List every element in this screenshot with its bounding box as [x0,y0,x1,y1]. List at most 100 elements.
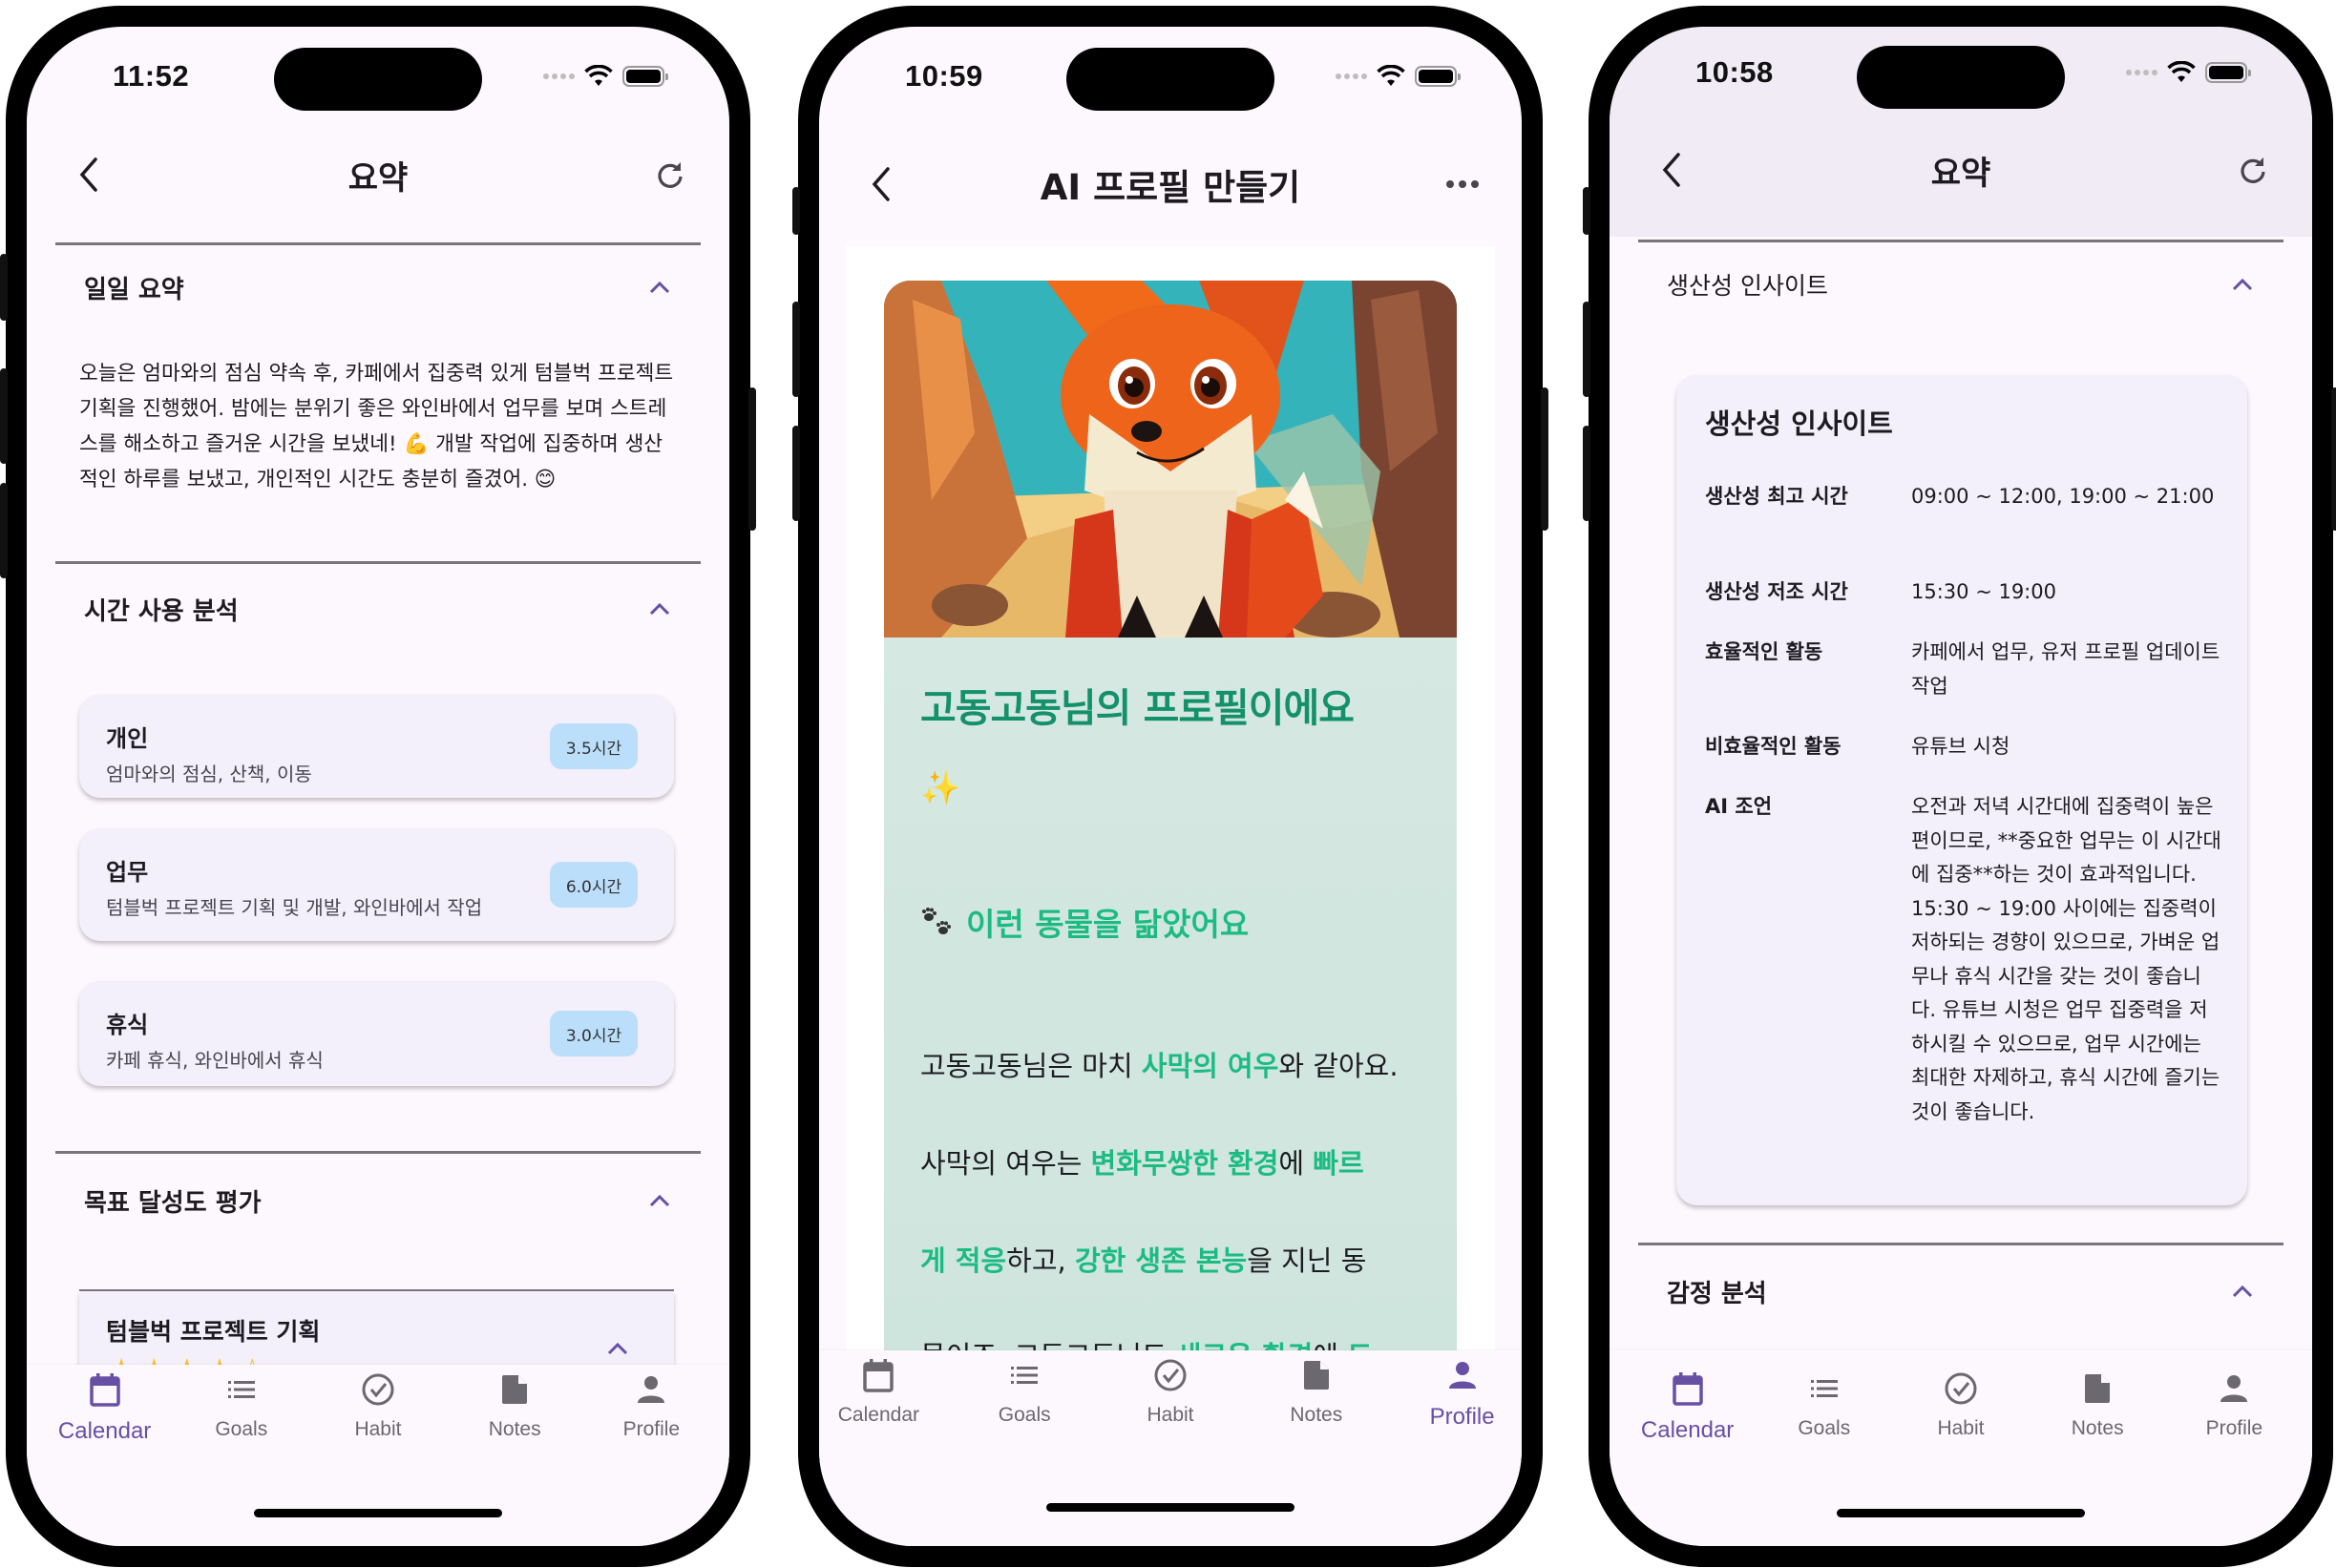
section-emotion-header[interactable]: 감정 분석 [1667,1263,2255,1320]
nav-tab-habit[interactable]: Habit [316,1370,440,1445]
section-title: 감정 분석 [1667,1279,1767,1308]
volume-up-button [0,368,8,464]
divider [1638,1243,2283,1245]
insight-row: 생산성 저조 시간 15:30 ~ 19:00 [1705,575,2224,610]
person-icon [632,1370,670,1412]
insight-label: 생산성 저조 시간 [1705,580,1848,603]
action-button [792,187,800,235]
description-text: 에 [1278,1147,1314,1180]
highlight-text: 사막의 여우 [1141,1050,1279,1082]
highlight-text: 강한 생존 본능 [1074,1244,1248,1277]
chevron-left-icon[interactable] [861,163,903,205]
category-name: 업무 [106,859,149,886]
nav-tab-notes[interactable]: Notes [452,1370,577,1445]
nav-tab-goals[interactable]: Goals [1762,1369,1886,1444]
description-line: 게 적응하고, 강한 생존 본능을 지닌 동 [920,1239,1366,1279]
nav-label: Calendar [1640,1417,1735,1443]
time-category-card: 휴식 카페 휴식, 와인바에서 휴식 3.0시간 [79,981,674,1086]
nav-label: Calendar [837,1404,919,1426]
volume-up-button [1583,302,1590,397]
refresh-icon [658,162,683,188]
action-button [1583,187,1590,235]
nav-tab-habit[interactable]: Habit [1108,1356,1232,1431]
chevron-up-icon[interactable] [605,1340,630,1357]
insight-value: 15:30 ~ 19:00 [1911,580,2056,603]
phone-productivity-summary: 10:58 요약 생산성 인사이트 생산성 인사이트 생산성 최고 시간 09:… [1583,6,2336,1567]
nav-tab-profile[interactable]: Profile [2172,1369,2296,1444]
description-text: 을 지닌 동 [1247,1244,1367,1277]
battery-icon [2205,62,2251,83]
section-title: 시간 사용 분석 [84,596,239,626]
section-daily-summary-header[interactable]: 일일 요약 [84,259,672,316]
list-icon [1805,1369,1843,1411]
category-name: 개인 [106,725,149,752]
nav-tab-goals[interactable]: Goals [179,1370,304,1445]
category-name: 휴식 [106,1012,149,1038]
sparkles-icon: ✨ [920,769,961,807]
time-category-card: 개인 엄마와의 점심, 산책, 이동 3.5시간 [79,695,674,798]
section-title: 생산성 인사이트 [1667,272,1828,300]
nav-tab-goals[interactable]: Goals [962,1356,1086,1431]
page-title: 요약 [1930,154,1991,193]
category-description: 카페 휴식, 와인바에서 휴식 [106,1049,324,1072]
nav-tab-calendar[interactable]: Calendar [1626,1369,1750,1444]
nav-label: Calendar [57,1418,152,1444]
more-options-button[interactable] [1442,163,1484,205]
cellular-signal-icon [2126,70,2157,75]
volume-up-button [792,302,800,397]
nav-label: Profile [1429,1404,1495,1430]
volume-down-button [1583,426,1590,521]
more-horizontal-icon [1446,180,1479,188]
nav-label: Habit [1937,1417,1985,1439]
calendar-icon [86,1370,124,1412]
screen: 11:52 요약 일일 요약 오늘은 엄마와의 점심 약속 후, 카페에서 집중… [27,27,729,1546]
nav-tab-calendar[interactable]: Calendar [43,1370,167,1445]
section-productivity-header[interactable]: 생산성 인사이트 [1667,256,2255,313]
page-title: 요약 [347,158,409,198]
refresh-button[interactable] [649,154,691,196]
status-time: 10:59 [905,59,983,93]
chevron-left-icon[interactable] [69,154,111,196]
status-icons [543,65,668,88]
screen: 10:59 AI 프로필 만들기 고동고동님의 프로필이에요 ✨ 이런 동물을 … [819,27,1522,1546]
profile-title: 고동고동님의 프로필이에요 [920,685,1355,731]
battery-icon [622,66,668,87]
refresh-button[interactable] [2232,149,2274,191]
nav-label: Notes [488,1418,541,1440]
insight-label: 비효율적인 활동 [1705,735,1841,758]
dynamic-island [1066,48,1274,111]
nav-tab-profile[interactable]: Profile [589,1370,713,1445]
nav-label: Habit [354,1418,402,1440]
description-line: 사막의 여우는 변화무쌍한 환경에 빠르 [920,1141,1364,1181]
list-icon [1005,1356,1043,1398]
refresh-icon [2241,157,2265,183]
note-icon [495,1370,534,1412]
section-title: 목표 달성도 평가 [84,1188,262,1218]
bottom-navigation: Calendar Goals Habit Notes Profile [27,1365,729,1546]
chevron-up-icon [2232,1285,2253,1298]
phone-ai-profile: 10:59 AI 프로필 만들기 고동고동님의 프로필이에요 ✨ 이런 동물을 … [792,6,1548,1567]
divider [55,1151,701,1154]
nav-tab-notes[interactable]: Notes [1254,1356,1378,1431]
note-icon [2078,1369,2116,1411]
divider [1638,240,2283,242]
hours-chip: 6.0시간 [550,862,638,908]
insight-label: 효율적인 활동 [1705,640,1823,663]
insight-value: 09:00 ~ 12:00, 19:00 ~ 21:00 [1911,485,2215,508]
phone-summary: 11:52 요약 일일 요약 오늘은 엄마와의 점심 약속 후, 카페에서 집중… [0,6,756,1567]
description-text: 고동고동님은 마치 [920,1050,1142,1082]
nav-tab-habit[interactable]: Habit [1899,1369,2023,1444]
nav-label: Profile [622,1418,681,1440]
section-goal-evaluation-header[interactable]: 목표 달성도 평가 [84,1172,672,1229]
nav-label: Profile [2205,1417,2263,1439]
nav-tab-profile[interactable]: Profile [1400,1356,1522,1431]
insight-value: 유튜브 시청 [1911,735,2010,758]
action-button [0,254,8,321]
status-icons [1336,65,1461,88]
nav-tab-notes[interactable]: Notes [2035,1369,2159,1444]
nav-tab-calendar[interactable]: Calendar [819,1356,940,1431]
paw-prints-icon [922,908,951,934]
nav-label: Goals [998,1404,1051,1426]
section-time-analysis-header[interactable]: 시간 사용 분석 [84,580,672,638]
chevron-left-icon[interactable] [1652,149,1694,191]
